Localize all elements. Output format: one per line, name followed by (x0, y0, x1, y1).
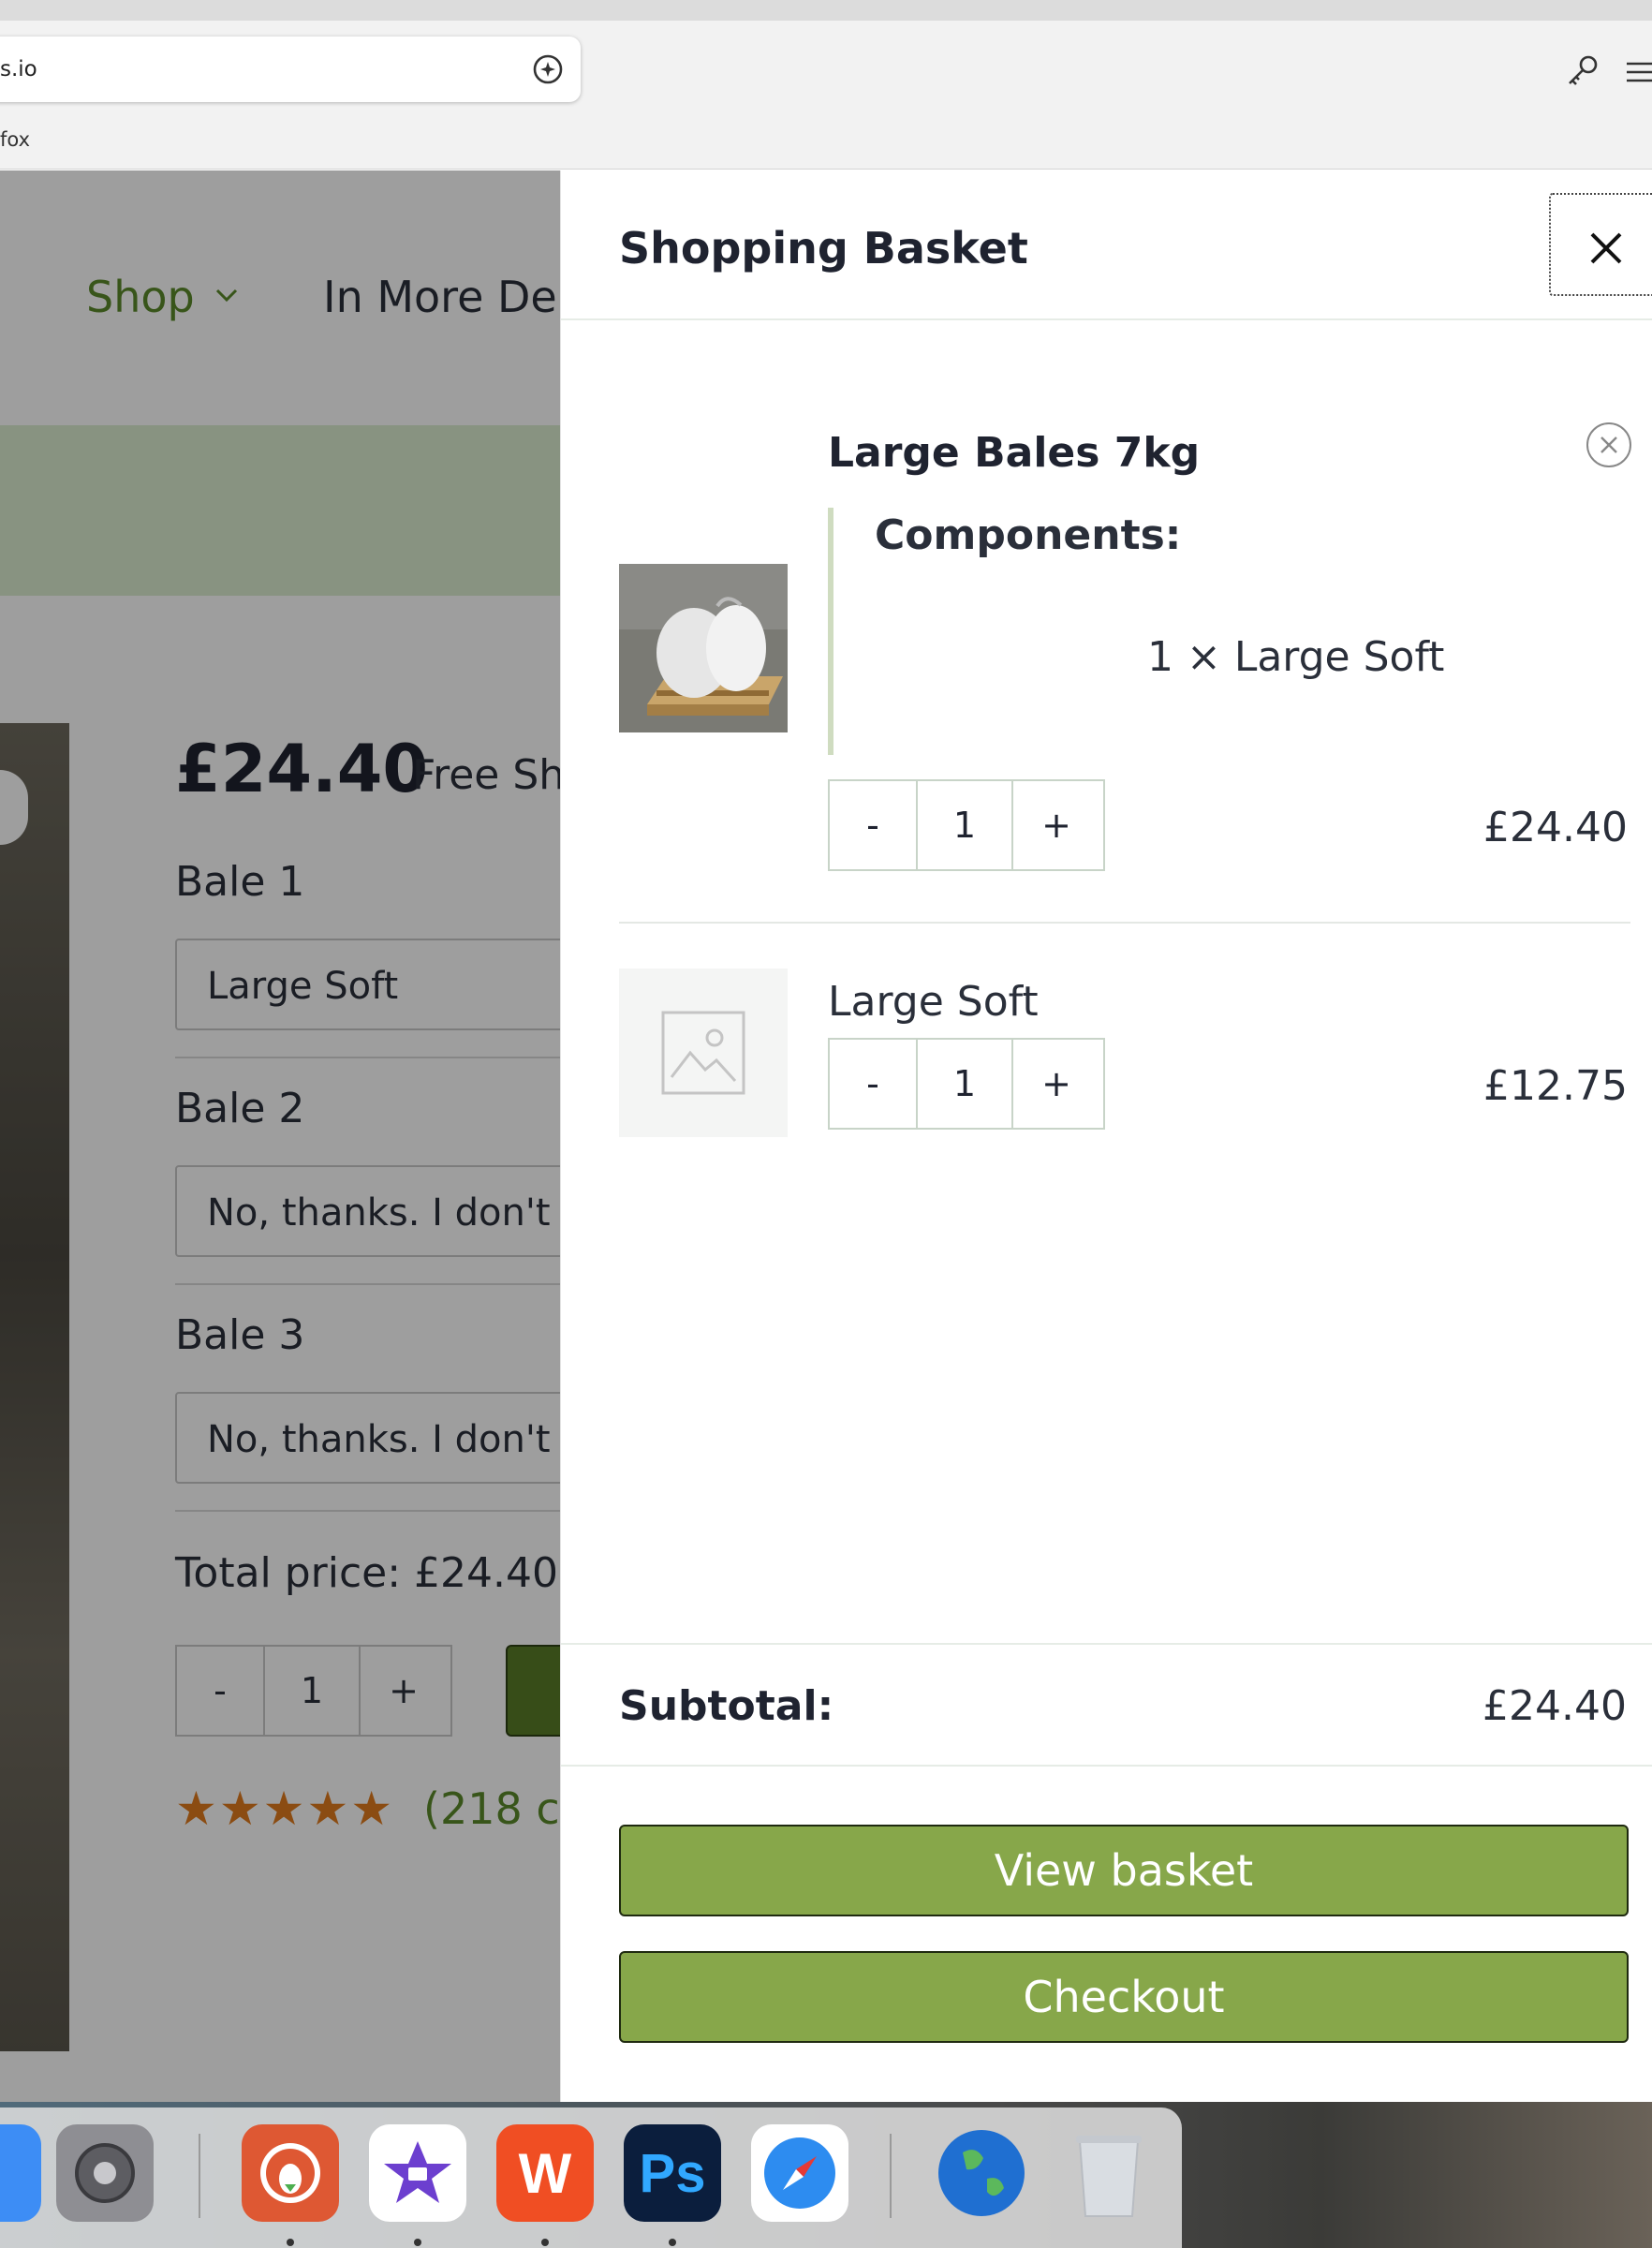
browser-top-strip (0, 0, 1652, 21)
safari-icon[interactable] (751, 2124, 848, 2222)
increase-button[interactable]: + (1013, 781, 1099, 869)
running-indicator (414, 2239, 421, 2246)
imovie-icon[interactable] (369, 2124, 466, 2222)
item-1-price: £24.40 (1483, 804, 1628, 851)
finder-icon[interactable] (0, 2124, 41, 2222)
system-settings-icon[interactable] (56, 2124, 154, 2222)
running-indicator (287, 2239, 294, 2246)
basket-header: Shopping Basket (561, 170, 1652, 320)
basket-panel: Shopping Basket Large Bales 7kg Componen… (560, 170, 1652, 2102)
wps-office-icon[interactable]: W (496, 2124, 594, 2222)
item-thumbnail[interactable] (619, 564, 788, 732)
subtotal-row: Subtotal: £24.40 (561, 1643, 1652, 1767)
item-name[interactable]: Large Soft (828, 978, 1039, 1026)
duckduckgo-icon[interactable] (242, 2124, 339, 2222)
basket-title: Shopping Basket (619, 223, 1028, 274)
close-icon (1590, 232, 1622, 264)
duck-icon (260, 2143, 320, 2203)
globe-icon (938, 2130, 1025, 2216)
bookmark-item[interactable]: fox (0, 128, 30, 151)
browser-toolbar: s.io fox (0, 21, 1652, 170)
item-name[interactable]: Large Bales 7kg (828, 429, 1200, 477)
increase-button[interactable]: + (1013, 1040, 1099, 1128)
running-indicator (541, 2239, 549, 2246)
view-basket-button[interactable]: View basket (619, 1825, 1629, 1916)
address-bar[interactable]: s.io (0, 37, 581, 102)
item-thumbnail-placeholder[interactable] (619, 969, 788, 1137)
star-icon (384, 2141, 451, 2203)
item-1-quantity-stepper[interactable]: - 1 + (828, 779, 1105, 871)
gear-icon (75, 2143, 135, 2203)
component-line: 1 × Large Soft (1147, 633, 1445, 681)
compass-icon (764, 2137, 835, 2209)
checkout-button[interactable]: Checkout (619, 1951, 1629, 2043)
decrease-button[interactable]: - (830, 1040, 916, 1128)
decrease-button[interactable]: - (830, 781, 916, 869)
bales-photo (619, 564, 788, 732)
assistant-icon[interactable] (532, 53, 564, 85)
dock-separator (199, 2134, 200, 2218)
key-icon[interactable] (1564, 52, 1601, 90)
trash-icon[interactable] (1060, 2124, 1158, 2222)
trash-can-icon (1076, 2136, 1142, 2217)
item-2-quantity-stepper[interactable]: - 1 + (828, 1038, 1105, 1130)
dock-separator (890, 2134, 892, 2218)
dock: W Ps (0, 2108, 1182, 2248)
image-placeholder-icon (661, 1011, 745, 1095)
quantity-value[interactable]: 1 (916, 1040, 1013, 1128)
address-text[interactable]: s.io (0, 57, 37, 81)
close-button[interactable] (1549, 193, 1652, 296)
running-indicator (669, 2239, 676, 2246)
quantity-value[interactable]: 1 (916, 781, 1013, 869)
subtotal-value: £24.40 (1482, 1682, 1627, 1730)
subtotal-label: Subtotal: (619, 1682, 834, 1730)
modal-backdrop[interactable] (0, 170, 562, 2102)
network-globe-icon[interactable] (933, 2124, 1030, 2222)
menu-icon[interactable] (1625, 58, 1652, 86)
components-title: Components: (875, 511, 1182, 559)
photoshop-icon[interactable]: Ps (624, 2124, 721, 2222)
item-divider (619, 922, 1630, 924)
item-2-price: £12.75 (1483, 1062, 1628, 1110)
components-accent (828, 508, 833, 755)
remove-item-icon[interactable] (1586, 422, 1632, 468)
